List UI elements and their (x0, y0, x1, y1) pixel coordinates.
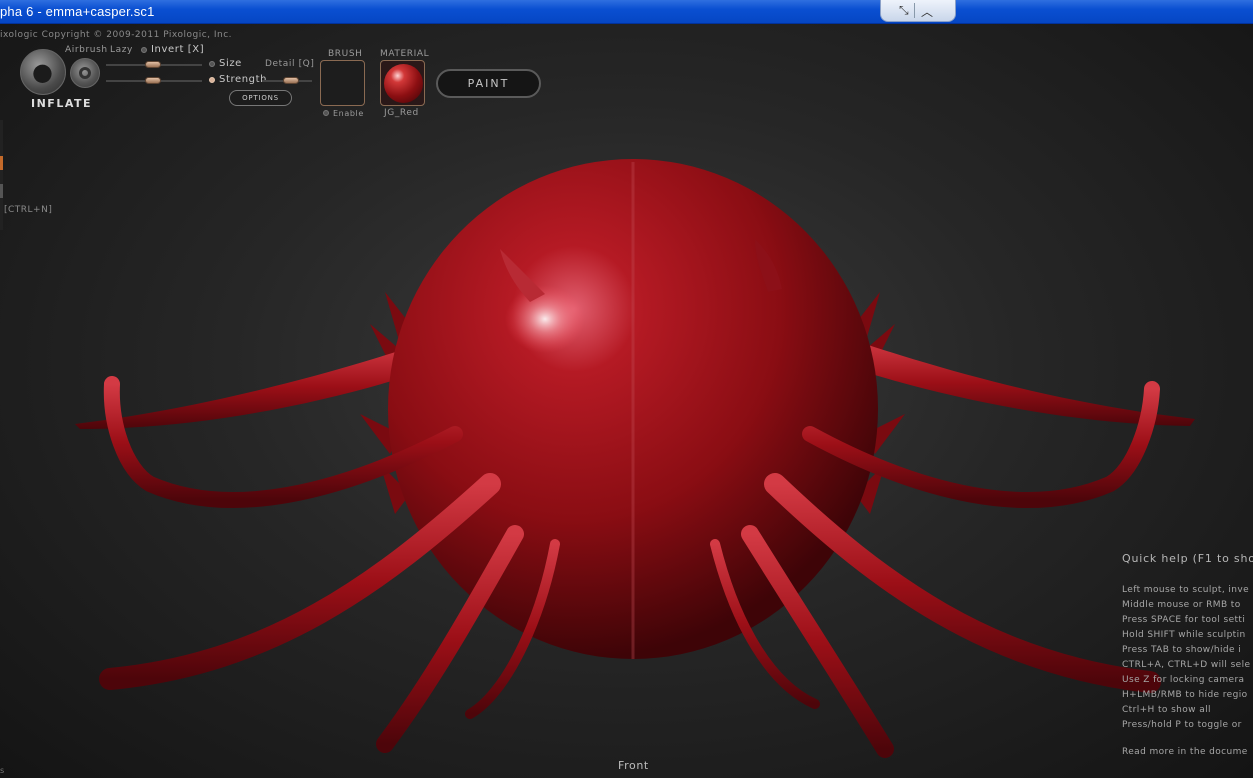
quick-help-more[interactable]: Read more in the docume (1122, 747, 1253, 757)
bottom-left-text: s (0, 766, 5, 775)
stamp-slot[interactable] (320, 60, 365, 106)
size-label[interactable]: Size (219, 58, 242, 69)
chevron-up-icon[interactable]: ︿ (921, 3, 933, 20)
left-panel-edge[interactable] (0, 120, 3, 230)
new-shortcut-label: [CTRL+N] (4, 205, 53, 215)
quick-help-line: Use Z for locking camera (1122, 675, 1245, 685)
title-bar[interactable]: pha 6 - emma+casper.sc1 ⤡ ︿ (0, 0, 1253, 24)
view-name: Front (618, 759, 649, 772)
quick-help-line: CTRL+A, CTRL+D will sele (1122, 660, 1251, 670)
invert-label[interactable]: Invert [X] (151, 44, 204, 55)
window-controls[interactable]: ⤡ ︿ (880, 0, 956, 22)
left-panel-tab[interactable] (0, 156, 3, 170)
stamp-enable-radio[interactable] (323, 110, 329, 116)
strength-slider-knob[interactable] (283, 77, 299, 84)
brush-selector[interactable]: ● (20, 49, 66, 95)
stroke-ring-icon (79, 67, 91, 79)
detail-label[interactable]: Detail [Q] (265, 59, 314, 69)
quick-help-title: Quick help (F1 to show (1122, 552, 1253, 565)
window-controls-divider (914, 3, 915, 18)
quick-help-line: Press TAB to show/hide i (1122, 645, 1242, 655)
lazy-label[interactable]: Lazy (110, 45, 133, 55)
material-swatch[interactable] (380, 60, 425, 106)
invert-radio[interactable] (141, 47, 147, 53)
copyright-text: ixologic Copyright © 2009-2011 Pixologic… (0, 30, 233, 40)
restore-icon[interactable]: ⤡ (899, 3, 909, 18)
strength-label[interactable]: Strength (219, 74, 267, 85)
strength-radio[interactable] (209, 77, 215, 83)
paint-button[interactable]: PAINT (436, 69, 541, 98)
size-radio[interactable] (209, 61, 215, 67)
material-name: JG_Red (384, 108, 419, 118)
airbrush-slider-knob[interactable] (145, 77, 161, 84)
window-title: pha 6 - emma+casper.sc1 (0, 4, 155, 19)
quick-help-line: Ctrl+H to show all (1122, 705, 1211, 715)
specular-highlight (505, 285, 585, 353)
quick-help-line: Middle mouse or RMB to (1122, 600, 1241, 610)
stamp-enable-label[interactable]: Enable (333, 109, 364, 118)
quick-help-line: Left mouse to sculpt, inve (1122, 585, 1250, 595)
brush-name: INFLATE (31, 97, 92, 110)
stroke-selector[interactable] (70, 58, 100, 88)
quick-help-line: Hold SHIFT while sculptin (1122, 630, 1246, 640)
stamp-header: BRUSH (328, 49, 363, 59)
material-preview-sphere (384, 64, 423, 103)
quick-help-line: Press SPACE for tool setti (1122, 615, 1246, 625)
airbrush-label[interactable]: Airbrush (65, 45, 108, 55)
lazy-slider-knob[interactable] (145, 61, 161, 68)
quick-help-list: Left mouse to sculpt, inve Middle mouse … (1122, 583, 1253, 733)
quick-help-line: H+LMB/RMB to hide regio (1122, 690, 1248, 700)
left-panel-tab[interactable] (0, 184, 3, 198)
quick-help-line: Press/hold P to toggle or (1122, 720, 1242, 730)
brush-head-icon: ● (32, 58, 53, 86)
sculpt-model[interactable] (0, 24, 1253, 778)
material-header: MATERIAL (380, 49, 430, 59)
options-button[interactable]: OPTIONS (229, 90, 292, 106)
